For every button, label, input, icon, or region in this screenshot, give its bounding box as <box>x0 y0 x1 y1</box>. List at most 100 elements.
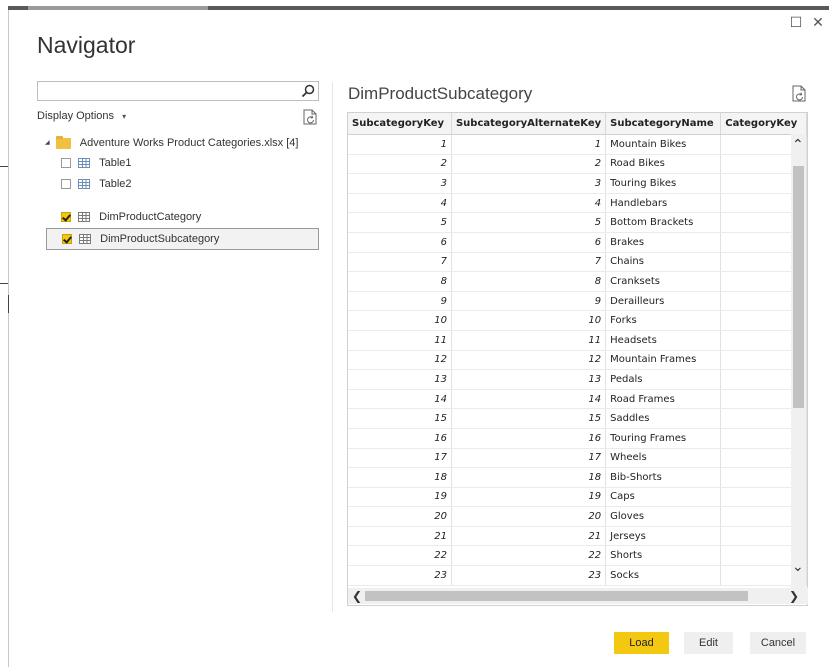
table-cell[interactable]: Socks <box>605 565 722 586</box>
column-header[interactable]: CategoryKey <box>720 113 807 135</box>
expand-icon[interactable]: ◢ <box>45 140 50 146</box>
tree-item-table1[interactable]: Table1 <box>61 152 132 174</box>
search-input[interactable] <box>37 81 319 101</box>
table-cell[interactable]: 2 <box>348 154 452 175</box>
load-button[interactable]: Load <box>614 632 669 654</box>
table-cell[interactable]: Jerseys <box>605 526 722 547</box>
table-cell[interactable]: 15 <box>451 408 607 429</box>
table-cell[interactable]: Pedals <box>605 369 722 390</box>
scroll-right-icon[interactable]: ❯ <box>789 590 799 602</box>
pane-divider[interactable] <box>332 82 333 612</box>
table-cell[interactable]: 9 <box>451 291 607 312</box>
preview-grid[interactable]: SubcategoryKey SubcategoryAlternateKey S… <box>347 112 808 606</box>
table-cell[interactable]: 22 <box>451 545 607 567</box>
table-cell[interactable]: Forks <box>605 310 722 331</box>
table-cell[interactable]: 16 <box>451 428 607 449</box>
table-cell[interactable]: 8 <box>348 271 452 292</box>
table-cell[interactable]: 18 <box>348 467 452 488</box>
table-cell[interactable]: 17 <box>348 448 452 469</box>
checkbox-checked[interactable] <box>61 212 71 223</box>
table-cell[interactable]: 21 <box>451 526 607 547</box>
table-cell[interactable]: Road Bikes <box>605 154 722 175</box>
table-cell[interactable]: 14 <box>348 389 452 410</box>
cancel-button[interactable]: Cancel <box>750 632 806 654</box>
table-cell[interactable]: 13 <box>451 369 607 390</box>
table-cell[interactable]: 4 <box>348 193 452 214</box>
table-cell[interactable]: 6 <box>348 232 452 253</box>
table-cell[interactable]: 18 <box>451 467 607 488</box>
table-cell[interactable]: Brakes <box>605 232 722 253</box>
table-cell[interactable]: 3 <box>451 173 607 194</box>
checkbox[interactable] <box>61 158 71 169</box>
scroll-down-icon[interactable]: ⌄ <box>792 559 804 573</box>
table-cell[interactable]: Bottom Brackets <box>605 212 722 233</box>
table-cell[interactable]: 2 <box>451 154 607 175</box>
search-icon[interactable] <box>301 84 315 98</box>
table-cell[interactable]: 20 <box>348 506 452 527</box>
table-cell[interactable]: Chains <box>605 252 722 273</box>
column-header[interactable]: SubcategoryKey <box>348 113 452 135</box>
table-cell[interactable]: 7 <box>451 252 607 273</box>
scroll-left-icon[interactable]: ❮ <box>352 590 362 602</box>
maximize-button[interactable]: ☐ <box>788 14 804 30</box>
table-cell[interactable]: 22 <box>348 545 452 567</box>
table-cell[interactable]: 12 <box>451 350 607 371</box>
table-cell[interactable]: 14 <box>451 389 607 410</box>
table-cell[interactable]: 10 <box>348 310 452 331</box>
edit-button[interactable]: Edit <box>684 632 733 654</box>
scroll-thumb[interactable] <box>793 166 804 408</box>
table-cell[interactable]: 12 <box>348 350 452 371</box>
table-cell[interactable]: Wheels <box>605 448 722 469</box>
table-cell[interactable]: 4 <box>451 193 607 214</box>
table-cell[interactable]: Handlebars <box>605 193 722 214</box>
table-cell[interactable]: 1 <box>451 134 607 155</box>
table-cell[interactable]: 15 <box>348 408 452 429</box>
table-cell[interactable]: 20 <box>451 506 607 527</box>
table-cell[interactable]: Caps <box>605 487 722 508</box>
table-cell[interactable]: Touring Bikes <box>605 173 722 194</box>
scroll-up-icon[interactable]: ⌃ <box>792 137 804 151</box>
table-cell[interactable]: 17 <box>451 448 607 469</box>
table-cell[interactable]: 8 <box>451 271 607 292</box>
refresh-icon[interactable] <box>303 109 317 125</box>
table-cell[interactable]: 21 <box>348 526 452 547</box>
table-cell[interactable]: Derailleurs <box>605 291 722 312</box>
table-cell[interactable]: 7 <box>348 252 452 273</box>
table-cell[interactable]: 9 <box>348 291 452 312</box>
table-cell[interactable]: Saddles <box>605 408 722 429</box>
table-cell[interactable]: 3 <box>348 173 452 194</box>
table-cell[interactable]: Bib-Shorts <box>605 467 722 488</box>
table-cell[interactable]: 10 <box>451 310 607 331</box>
table-cell[interactable]: 23 <box>451 565 607 586</box>
display-options-dropdown[interactable]: Display Options ▾ <box>37 110 126 122</box>
table-cell[interactable]: Shorts <box>605 545 722 567</box>
table-cell[interactable]: 6 <box>451 232 607 253</box>
table-cell[interactable]: Cranksets <box>605 271 722 292</box>
table-cell[interactable]: 11 <box>451 330 607 351</box>
close-button[interactable]: ✕ <box>810 14 826 30</box>
vertical-scrollbar[interactable]: ⌃ ⌄ <box>791 134 806 588</box>
checkbox-checked[interactable] <box>62 234 72 245</box>
refresh-preview-icon[interactable] <box>792 85 806 102</box>
table-cell[interactable]: 19 <box>348 487 452 508</box>
tree-item-table2[interactable]: Table2 <box>61 173 132 195</box>
column-header[interactable]: SubcategoryAlternateKey <box>451 113 607 135</box>
table-cell[interactable]: 11 <box>348 330 452 351</box>
table-cell[interactable]: 23 <box>348 565 452 586</box>
tree-root-item[interactable]: ◢ Adventure Works Product Categories.xls… <box>45 132 298 154</box>
table-cell[interactable]: Mountain Frames <box>605 350 722 371</box>
table-cell[interactable]: Gloves <box>605 506 722 527</box>
tree-item-dimproductsubcategory[interactable]: DimProductSubcategory <box>46 228 319 250</box>
scroll-thumb[interactable] <box>365 591 748 601</box>
table-cell[interactable]: Headsets <box>605 330 722 351</box>
table-cell[interactable]: 16 <box>348 428 452 449</box>
checkbox[interactable] <box>61 179 71 190</box>
table-cell[interactable]: 13 <box>348 369 452 390</box>
horizontal-scrollbar[interactable]: ❮ ❯ <box>348 588 808 604</box>
table-cell[interactable]: 1 <box>348 134 452 155</box>
table-cell[interactable]: 5 <box>348 212 452 233</box>
table-cell[interactable]: 5 <box>451 212 607 233</box>
tree-item-dimproductcategory[interactable]: DimProductCategory <box>61 206 201 228</box>
table-cell[interactable]: 19 <box>451 487 607 508</box>
column-header[interactable]: SubcategoryName <box>605 113 722 135</box>
